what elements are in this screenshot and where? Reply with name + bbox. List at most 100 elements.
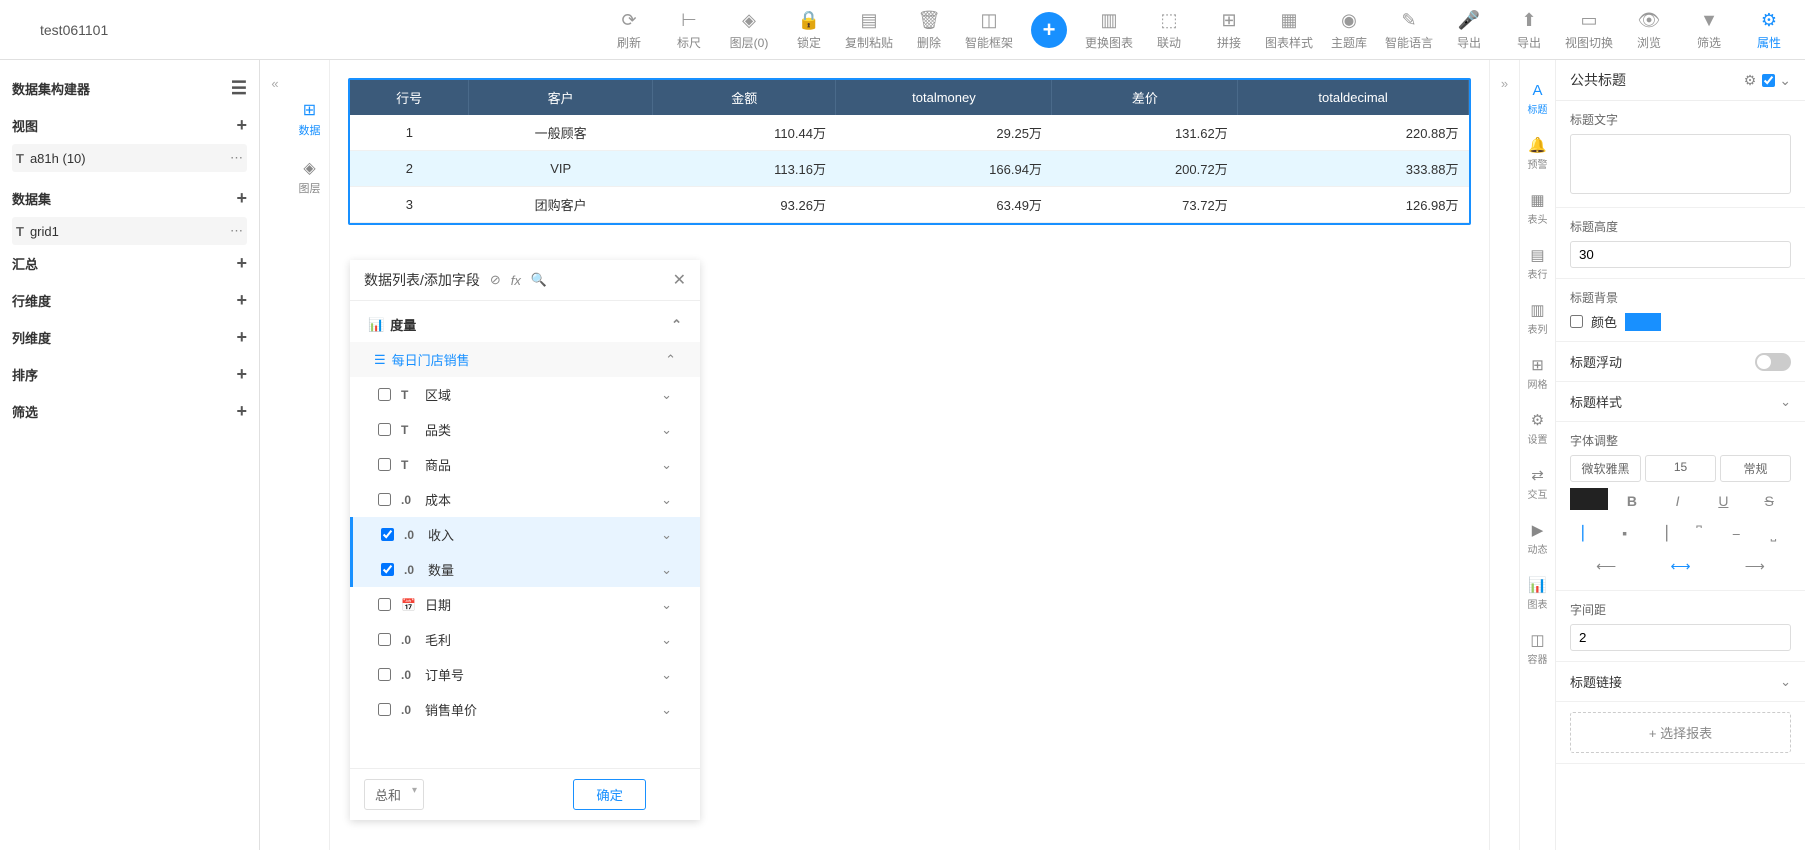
field-checkbox[interactable] xyxy=(381,528,394,541)
chevron-down-icon[interactable]: ⌄ xyxy=(661,527,672,543)
join-button[interactable]: ⊞拼接 xyxy=(1203,8,1255,51)
rvtab-设置[interactable]: ⚙设置 xyxy=(1520,401,1555,456)
add-button[interactable]: + xyxy=(236,253,247,274)
col-header[interactable]: 客户 xyxy=(469,80,653,115)
collapse-right-icon[interactable]: » xyxy=(1489,60,1519,850)
change-chart-button[interactable]: ▥更换图表 xyxy=(1083,8,1135,51)
table-row[interactable]: 2VIP113.16万166.94万200.72万333.88万 xyxy=(350,151,1469,187)
confirm-button[interactable]: 确定 xyxy=(573,779,646,810)
add-button[interactable]: + xyxy=(236,290,247,311)
title-link-section[interactable]: 标题链接 ⌄ xyxy=(1556,662,1805,702)
field-checkbox[interactable] xyxy=(378,458,391,471)
theme-button[interactable]: ◉主题库 xyxy=(1323,8,1375,51)
align-bottom-icon[interactable]: ⎵ xyxy=(1756,520,1791,547)
align-middle-icon[interactable]: ⎯ xyxy=(1719,520,1754,547)
arrow-left-icon[interactable]: ⟵ xyxy=(1570,553,1642,580)
fx-icon[interactable]: fx xyxy=(511,273,521,288)
field-group[interactable]: ☰ 每日门店销售 ⌃ xyxy=(350,342,700,377)
filter-button[interactable]: ▼筛选 xyxy=(1683,8,1735,51)
field-item[interactable]: T区域⌄ xyxy=(350,377,700,412)
field-checkbox[interactable] xyxy=(378,633,391,646)
align-right-icon[interactable]: ▕ xyxy=(1644,520,1679,547)
title-style-section[interactable]: 标题样式 ⌄ xyxy=(1556,382,1805,422)
table-row[interactable]: 3团购客户93.26万63.49万73.72万126.98万 xyxy=(350,187,1469,223)
title-text-input[interactable] xyxy=(1570,134,1791,194)
rvtab-容器[interactable]: ◫容器 xyxy=(1520,621,1555,676)
arrow-both-icon[interactable]: ⟷ xyxy=(1644,553,1716,580)
field-item[interactable]: .0毛利⌄ xyxy=(350,622,700,657)
table-row[interactable]: 1一般顾客110.44万29.25万131.62万220.88万 xyxy=(350,115,1469,151)
add-dataset-button[interactable]: + xyxy=(236,188,247,209)
chevron-down-icon[interactable]: ⌄ xyxy=(661,457,672,473)
builder-menu-icon[interactable]: ☰ xyxy=(231,78,247,99)
font-size-select[interactable]: 15 xyxy=(1645,455,1716,482)
chevron-down-icon[interactable]: ⌄ xyxy=(661,632,672,648)
vtab-数据[interactable]: ⊞数据 xyxy=(299,100,321,138)
chevron-down-icon[interactable]: ⌄ xyxy=(661,702,672,718)
field-checkbox[interactable] xyxy=(378,423,391,436)
bold-icon[interactable]: B xyxy=(1610,488,1654,514)
rvtab-图表[interactable]: 📊图表 xyxy=(1520,566,1555,621)
layers-button[interactable]: ◈图层(0) xyxy=(723,8,775,51)
rvtab-预警[interactable]: 🔔预警 xyxy=(1520,126,1555,181)
copy-paste-button[interactable]: ▤复制粘贴 xyxy=(843,8,895,51)
rvtab-交互[interactable]: ⇄交互 xyxy=(1520,456,1555,511)
col-header[interactable]: totaldecimal xyxy=(1238,80,1469,115)
chevron-down-icon[interactable]: ⌄ xyxy=(661,387,672,403)
ruler-button[interactable]: ⊢标尺 xyxy=(663,8,715,51)
preview-button[interactable]: 👁浏览 xyxy=(1623,8,1675,51)
rvtab-网格[interactable]: ⊞网格 xyxy=(1520,346,1555,401)
chevron-down-icon[interactable]: ⌄ xyxy=(661,667,672,683)
view-item[interactable]: T a81h (10) ⋯ xyxy=(12,144,247,172)
col-header[interactable]: totalmoney xyxy=(836,80,1052,115)
tag-icon[interactable]: ⊘ xyxy=(490,272,501,288)
link-button[interactable]: ⬚联动 xyxy=(1143,8,1195,51)
align-center-icon[interactable]: ▪ xyxy=(1607,520,1642,547)
enable-checkbox[interactable] xyxy=(1762,74,1775,87)
underline-icon[interactable]: U xyxy=(1702,488,1746,514)
rvtab-动态[interactable]: ▶动态 xyxy=(1520,511,1555,566)
collapse-left-icon[interactable]: « xyxy=(260,60,290,850)
field-checkbox[interactable] xyxy=(378,598,391,611)
add-button[interactable]: + xyxy=(236,364,247,385)
field-item[interactable]: .0数量⌄ xyxy=(350,552,700,587)
export-button[interactable]: ⬆导出 xyxy=(1503,8,1555,51)
chevron-down-icon[interactable]: ⌄ xyxy=(661,562,672,578)
field-item[interactable]: T商品⌄ xyxy=(350,447,700,482)
dataset-item[interactable]: T grid1 ⋯ xyxy=(12,217,247,245)
delete-button[interactable]: 🗑删除 xyxy=(903,8,955,51)
property-button[interactable]: ⚙属性 xyxy=(1743,8,1795,51)
select-report-button[interactable]: + 选择报表 xyxy=(1570,712,1791,753)
text-color-swatch[interactable] xyxy=(1570,488,1608,510)
field-item[interactable]: .0销售单价⌄ xyxy=(350,692,700,727)
voice-button[interactable]: 🎤导出 xyxy=(1443,8,1495,51)
field-checkbox[interactable] xyxy=(381,563,394,576)
add-button[interactable]: + xyxy=(1023,8,1075,51)
field-item[interactable]: .0订单号⌄ xyxy=(350,657,700,692)
field-checkbox[interactable] xyxy=(378,493,391,506)
align-left-icon[interactable]: ▏ xyxy=(1570,520,1605,547)
bg-color-checkbox[interactable] xyxy=(1570,315,1583,328)
smart-frame-button[interactable]: ◫智能框架 xyxy=(963,8,1015,51)
font-family-select[interactable]: 微软雅黑 xyxy=(1570,455,1641,482)
color-swatch[interactable] xyxy=(1625,313,1661,331)
field-checkbox[interactable] xyxy=(378,668,391,681)
add-button[interactable]: + xyxy=(236,401,247,422)
field-item[interactable]: T品类⌄ xyxy=(350,412,700,447)
field-checkbox[interactable] xyxy=(378,703,391,716)
chevron-down-icon[interactable]: ⌄ xyxy=(661,492,672,508)
font-weight-select[interactable]: 常规 xyxy=(1720,455,1791,482)
letter-spacing-input[interactable] xyxy=(1570,624,1791,651)
more-icon[interactable]: ⋯ xyxy=(230,223,243,239)
italic-icon[interactable]: I xyxy=(1656,488,1700,514)
field-item[interactable]: 📅日期⌄ xyxy=(350,587,700,622)
rvtab-标题[interactable]: A标题 xyxy=(1520,72,1555,126)
add-view-button[interactable]: + xyxy=(236,115,247,136)
lock-button[interactable]: 🔒锁定 xyxy=(783,8,835,51)
col-header[interactable]: 行号 xyxy=(350,80,469,115)
add-button[interactable]: + xyxy=(236,327,247,348)
col-header[interactable]: 金额 xyxy=(653,80,836,115)
vtab-图层[interactable]: ◈图层 xyxy=(299,158,321,196)
align-top-icon[interactable]: ⎴ xyxy=(1682,520,1717,547)
float-toggle[interactable] xyxy=(1755,353,1791,371)
